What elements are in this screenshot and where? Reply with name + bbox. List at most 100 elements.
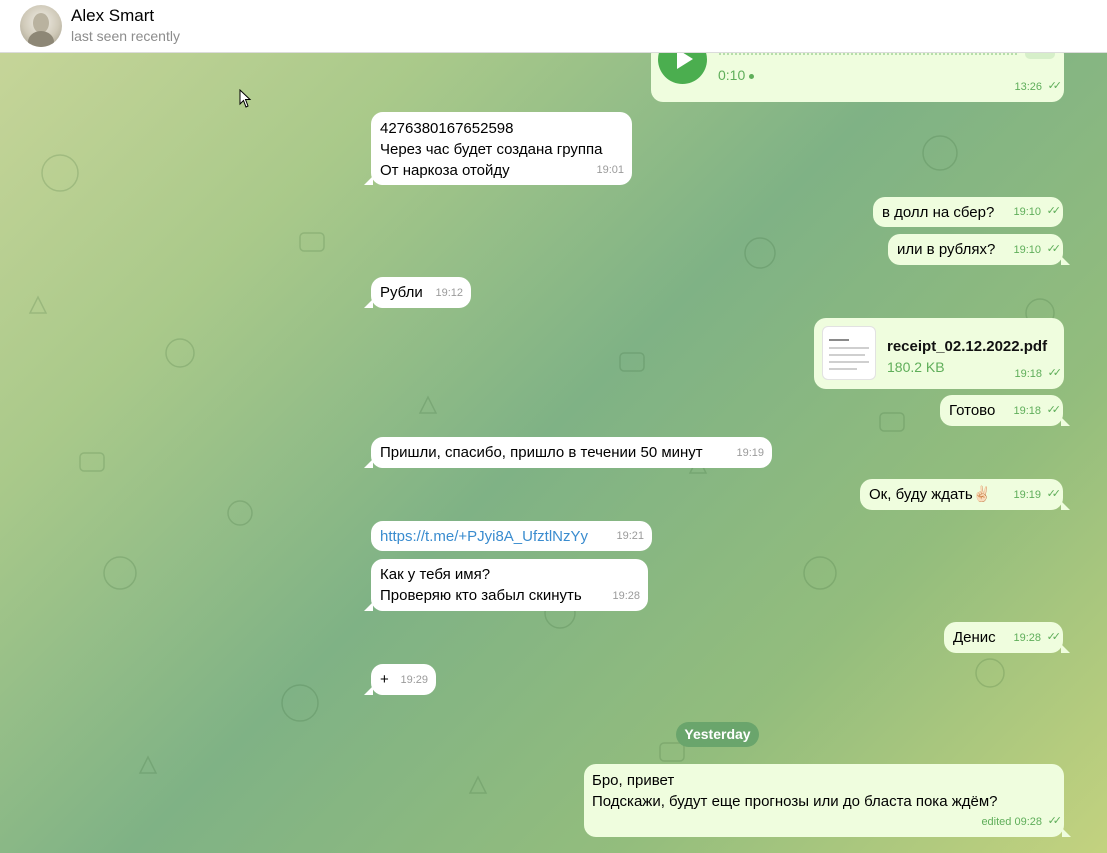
waveform-bar — [751, 53, 753, 55]
message-line: 4276380167652598 — [380, 120, 514, 137]
waveform-bar — [743, 53, 745, 55]
outgoing-message[interactable]: Готово 19:18 ✓✓ — [940, 395, 1070, 426]
message-time: edited 09:28 — [981, 816, 1042, 828]
avatar[interactable] — [20, 5, 62, 47]
waveform-bar — [735, 53, 737, 55]
message-time: 19:10 — [1013, 206, 1041, 218]
mouse-cursor-icon — [239, 89, 252, 108]
waveform-bar — [927, 53, 929, 55]
waveform-bar — [947, 53, 949, 55]
waveform-bar — [963, 53, 965, 55]
message-line: Через час будет создана группа — [380, 141, 603, 158]
pdf-thumbnail-icon[interactable] — [822, 326, 876, 380]
incoming-message[interactable]: 4276380167652598 Через час будет создана… — [364, 112, 632, 185]
waveform-bar — [895, 53, 897, 55]
waveform-bar — [883, 53, 885, 55]
waveform-bar — [863, 53, 865, 55]
waveform-bar — [1007, 53, 1009, 55]
message-text: Денис — [953, 629, 996, 646]
outgoing-message[interactable]: Бро, привет Подскажи, будут еще прогнозы… — [584, 764, 1071, 837]
incoming-message[interactable]: + 19:29 — [364, 664, 436, 695]
file-name[interactable]: receipt_02.12.2022.pdf — [887, 336, 1047, 357]
waveform-bar — [719, 53, 721, 55]
waveform-bar — [771, 53, 773, 55]
read-receipt-icon: ✓✓ — [1047, 367, 1063, 379]
message-line: Подскажи, будут еще прогнозы или до блас… — [592, 793, 998, 810]
chat-header: Alex Smart last seen recently — [0, 0, 1107, 53]
message-time: 19:29 — [400, 674, 428, 686]
waveform-bar — [967, 53, 969, 55]
waveform-bar — [775, 53, 777, 55]
waveform-bar — [903, 53, 905, 55]
message-line: От наркоза отойду — [380, 162, 510, 179]
waveform-bar — [759, 53, 761, 55]
waveform-bar — [755, 53, 757, 55]
read-receipt-icon: ✓✓ — [1047, 815, 1063, 827]
message-text: Рубли — [380, 284, 423, 301]
message-list[interactable]: 0:10 →A 13:26 ✓✓ 4276380167652598 Через … — [0, 53, 1107, 853]
read-receipt-icon: ✓✓ — [1046, 404, 1062, 416]
waveform-bar — [999, 53, 1001, 55]
chat-status: last seen recently — [71, 28, 180, 44]
waveform-bar — [879, 53, 881, 55]
message-line: Как у тебя имя? — [380, 566, 491, 583]
message-time: 19:28 — [612, 590, 640, 602]
waveform-bar — [1003, 53, 1005, 55]
waveform-bar — [747, 53, 749, 55]
waveform-bar — [867, 53, 869, 55]
message-time: 19:19 — [736, 447, 764, 459]
waveform-bar — [739, 53, 741, 55]
waveform-bar — [1015, 53, 1017, 55]
play-icon[interactable] — [658, 53, 707, 84]
outgoing-message[interactable]: в долл на сбер? 19:10 ✓✓ — [873, 197, 1063, 227]
voice-message[interactable]: 0:10 →A 13:26 ✓✓ — [651, 53, 1064, 102]
message-line: Бро, привет — [592, 772, 675, 789]
read-receipt-icon: ✓✓ — [1046, 243, 1062, 255]
waveform-bar — [727, 53, 729, 55]
waveform-bar — [979, 53, 981, 55]
outgoing-message[interactable]: или в рублях? 19:10 ✓✓ — [888, 234, 1070, 265]
message-text: в долл на сбер? — [882, 204, 995, 221]
waveform-bar — [763, 53, 765, 55]
incoming-message[interactable]: Рубли 19:12 — [364, 277, 471, 308]
incoming-message[interactable]: https://t.me/+PJyi8A_UfztlNzYy 19:21 — [371, 521, 652, 551]
file-message[interactable]: receipt_02.12.2022.pdf 180.2 KB 19:18 ✓✓ — [814, 318, 1064, 389]
waveform-bar — [859, 53, 861, 55]
waveform-bar — [915, 53, 917, 55]
waveform-bar — [815, 53, 817, 55]
outgoing-message[interactable]: Ок, буду ждать✌🏻 19:19 ✓✓ — [860, 479, 1070, 510]
waveform-bar — [795, 53, 797, 55]
date-separator: Yesterday — [676, 722, 759, 747]
waveform-bar — [803, 53, 805, 55]
waveform-bar — [983, 53, 985, 55]
message-time: 19:28 — [1013, 632, 1041, 644]
message-text: Ок, буду ждать✌🏻 — [869, 486, 992, 503]
waveform-bar — [831, 53, 833, 55]
message-time: 19:18 — [1014, 368, 1042, 380]
waveform-bar — [931, 53, 933, 55]
waveform-bar — [959, 53, 961, 55]
message-text: + — [380, 671, 389, 688]
waveform-bar — [907, 53, 909, 55]
chat-title[interactable]: Alex Smart — [71, 6, 154, 26]
waveform-bar — [923, 53, 925, 55]
message-time: 19:21 — [616, 530, 644, 542]
read-receipt-icon: ✓✓ — [1046, 205, 1062, 217]
waveform-bar — [939, 53, 941, 55]
waveform-bar — [779, 53, 781, 55]
waveform-bar — [847, 53, 849, 55]
outgoing-message[interactable]: Денис 19:28 ✓✓ — [944, 622, 1070, 653]
waveform-bar — [819, 53, 821, 55]
waveform-bar — [723, 53, 725, 55]
transcribe-button[interactable]: →A — [1025, 53, 1055, 59]
message-time: 13:26 — [1014, 81, 1042, 93]
waveform-bar — [807, 53, 809, 55]
incoming-message[interactable]: Пришли, спасибо, пришло в течении 50 мин… — [364, 437, 772, 468]
incoming-message[interactable]: Как у тебя имя? Проверяю кто забыл скину… — [364, 559, 648, 611]
waveform-bar — [823, 53, 825, 55]
message-time: 19:19 — [1013, 489, 1041, 501]
waveform[interactable] — [719, 53, 1019, 55]
waveform-bar — [935, 53, 937, 55]
message-link[interactable]: https://t.me/+PJyi8A_UfztlNzYy — [380, 528, 588, 545]
waveform-bar — [811, 53, 813, 55]
